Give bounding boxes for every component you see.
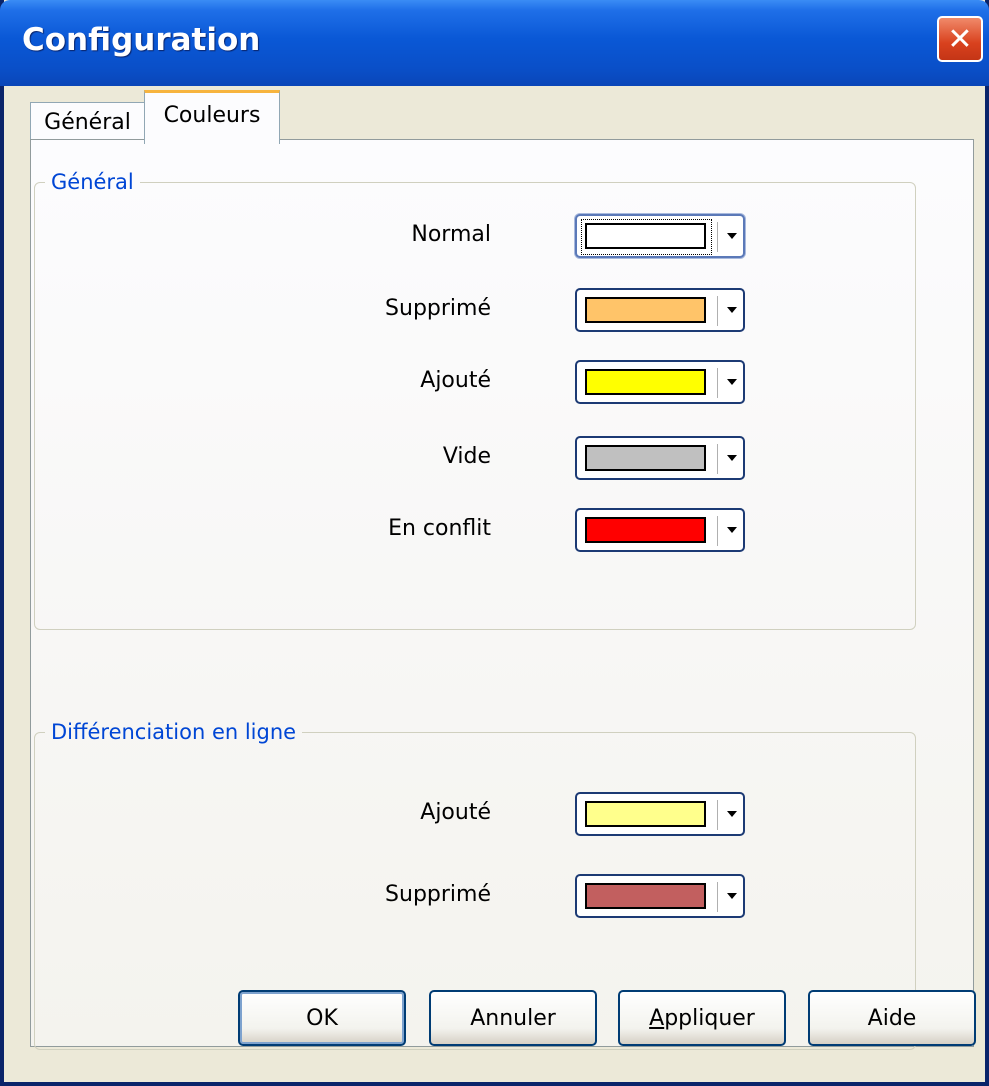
color-picker-inline-ajoute[interactable] bbox=[575, 792, 745, 836]
color-picker-inline-supprime[interactable] bbox=[575, 874, 745, 918]
color-swatch bbox=[585, 517, 706, 543]
close-button[interactable]: ✕ bbox=[937, 16, 983, 62]
apply-mnemonic: A bbox=[649, 1005, 665, 1031]
dropdown-arrow-icon[interactable] bbox=[727, 379, 737, 385]
dropdown-arrow-icon[interactable] bbox=[727, 307, 737, 313]
color-picker-ajoute[interactable] bbox=[575, 360, 745, 404]
dropdown-arrow-icon[interactable] bbox=[727, 893, 737, 899]
close-icon: ✕ bbox=[947, 21, 973, 57]
color-swatch bbox=[585, 801, 706, 827]
inline-row-ajoute: Ajouté bbox=[0, 792, 989, 836]
cancel-button[interactable]: Annuler bbox=[429, 990, 597, 1046]
color-label: Supprimé bbox=[385, 296, 491, 321]
apply-label-rest: ppliquer bbox=[664, 1005, 755, 1031]
color-swatch bbox=[585, 445, 706, 471]
color-swatch bbox=[585, 883, 706, 909]
color-picker-supprime[interactable] bbox=[575, 288, 745, 332]
title-bar[interactable]: Configuration ✕ bbox=[0, 0, 989, 86]
color-swatch bbox=[585, 369, 706, 395]
tab-general[interactable]: Général bbox=[30, 102, 145, 142]
dropdown-arrow-icon[interactable] bbox=[727, 527, 737, 533]
color-label: Vide bbox=[442, 444, 491, 469]
tab-couleurs[interactable]: Couleurs bbox=[144, 90, 280, 144]
color-label: En conflit bbox=[388, 516, 491, 541]
dropdown-arrow-icon[interactable] bbox=[727, 455, 737, 461]
inline-row-supprime: Supprimé bbox=[0, 874, 989, 918]
color-picker-normal[interactable] bbox=[575, 214, 745, 258]
color-swatch bbox=[585, 297, 706, 323]
color-picker-en-conflit[interactable] bbox=[575, 508, 745, 552]
help-button[interactable]: Aide bbox=[808, 990, 976, 1046]
dropdown-arrow-icon[interactable] bbox=[727, 811, 737, 817]
group-general-title: Général bbox=[51, 170, 134, 194]
group-inline-diff-title: Différenciation en ligne bbox=[51, 720, 297, 744]
dropdown-arrow-icon[interactable] bbox=[727, 233, 737, 239]
color-picker-vide[interactable] bbox=[575, 436, 745, 480]
window-title: Configuration bbox=[22, 22, 261, 58]
color-label: Normal bbox=[411, 222, 491, 247]
color-swatch bbox=[585, 223, 706, 249]
color-row-normal: Normal bbox=[0, 214, 989, 258]
apply-button[interactable]: Appliquer bbox=[618, 990, 786, 1046]
color-label: Supprimé bbox=[385, 882, 491, 907]
color-row-supprime: Supprimé bbox=[0, 288, 989, 332]
ok-button[interactable]: OK bbox=[238, 990, 406, 1046]
color-label: Ajouté bbox=[420, 800, 491, 825]
color-row-en-conflit: En conflit bbox=[0, 508, 989, 552]
color-label: Ajouté bbox=[420, 368, 491, 393]
color-row-vide: Vide bbox=[0, 436, 989, 480]
color-row-ajoute: Ajouté bbox=[0, 360, 989, 404]
